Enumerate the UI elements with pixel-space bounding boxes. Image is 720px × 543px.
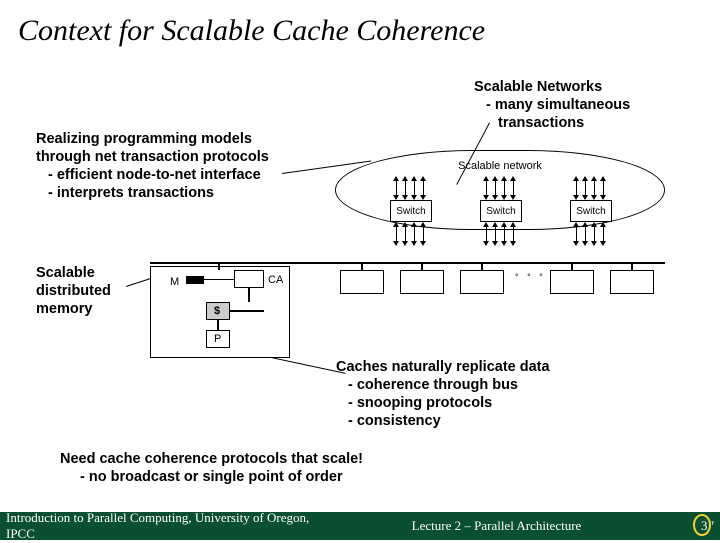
- arrows-icon: [480, 223, 522, 245]
- text: - no broadcast or single point of order: [60, 468, 363, 486]
- label-p: P: [214, 333, 221, 345]
- wire: [217, 320, 219, 330]
- text: transactions: [474, 114, 630, 132]
- bus-line: [150, 262, 665, 264]
- connector: [361, 263, 363, 270]
- node-icon: [610, 270, 654, 294]
- switch-box: Switch: [480, 200, 522, 222]
- arrows-icon: [390, 177, 432, 199]
- arrows-icon: [570, 177, 612, 199]
- text: Caches naturally replicate data: [336, 358, 550, 376]
- text: - coherence through bus: [336, 376, 550, 394]
- switch-box: Switch: [570, 200, 612, 222]
- arrows-icon: [570, 223, 612, 245]
- mem-icon: [186, 276, 204, 284]
- text: memory: [36, 300, 111, 318]
- network-diagram: Scalable network Switch Switch Switch: [335, 150, 665, 260]
- text: - efficient node-to-net interface: [36, 166, 269, 184]
- text: - snooping protocols: [336, 394, 550, 412]
- node-strip: ° ° ° M CA $ P: [150, 256, 670, 356]
- text: - many simultaneous: [474, 96, 630, 114]
- wire: [230, 310, 264, 312]
- annot-top-left: Realizing programming models through net…: [36, 130, 269, 203]
- footer-left: Introduction to Parallel Computing, Univ…: [0, 510, 333, 542]
- arrows-icon: [390, 223, 432, 245]
- connector: [571, 263, 573, 270]
- wire: [204, 279, 234, 280]
- label-m: M: [170, 276, 179, 288]
- node-icon: [340, 270, 384, 294]
- oregon-logo-icon: [688, 514, 716, 538]
- slide-title: Context for Scalable Cache Coherence: [0, 0, 720, 48]
- slide-body: Scalable Networks - many simultaneous tr…: [0, 58, 720, 488]
- node-icon: [550, 270, 594, 294]
- label-cache: $: [214, 305, 220, 317]
- annot-top-right: Scalable Networks - many simultaneous tr…: [474, 78, 630, 132]
- connector: [218, 263, 220, 270]
- annot-bottom: Need cache coherence protocols that scal…: [60, 450, 363, 486]
- text: - consistency: [336, 412, 550, 430]
- connector: [421, 263, 423, 270]
- node-icon: [400, 270, 444, 294]
- network-label: Scalable network: [335, 160, 665, 172]
- arrows-icon: [480, 177, 522, 199]
- ellipsis-icon: ° ° °: [515, 272, 546, 282]
- text: - interprets transactions: [36, 184, 269, 202]
- annot-mid-left: Scalable distributed memory: [36, 264, 111, 318]
- footer-mid: Lecture 2 – Parallel Architecture: [333, 518, 660, 534]
- text: Realizing programming models: [36, 130, 269, 148]
- text: distributed: [36, 282, 111, 300]
- text: Scalable: [36, 264, 111, 282]
- annot-mid-right: Caches naturally replicate data - cohere…: [336, 358, 550, 431]
- switch-box: Switch: [390, 200, 432, 222]
- text: Scalable Networks: [474, 78, 630, 96]
- connector: [631, 263, 633, 270]
- ca-box: [234, 270, 264, 288]
- text: through net transaction protocols: [36, 148, 269, 166]
- node-icon: [460, 270, 504, 294]
- footer-bar: Introduction to Parallel Computing, Univ…: [0, 512, 720, 540]
- connector: [481, 263, 483, 270]
- text: Need cache coherence protocols that scal…: [60, 450, 363, 468]
- label-ca: CA: [268, 274, 283, 286]
- wire: [248, 288, 250, 302]
